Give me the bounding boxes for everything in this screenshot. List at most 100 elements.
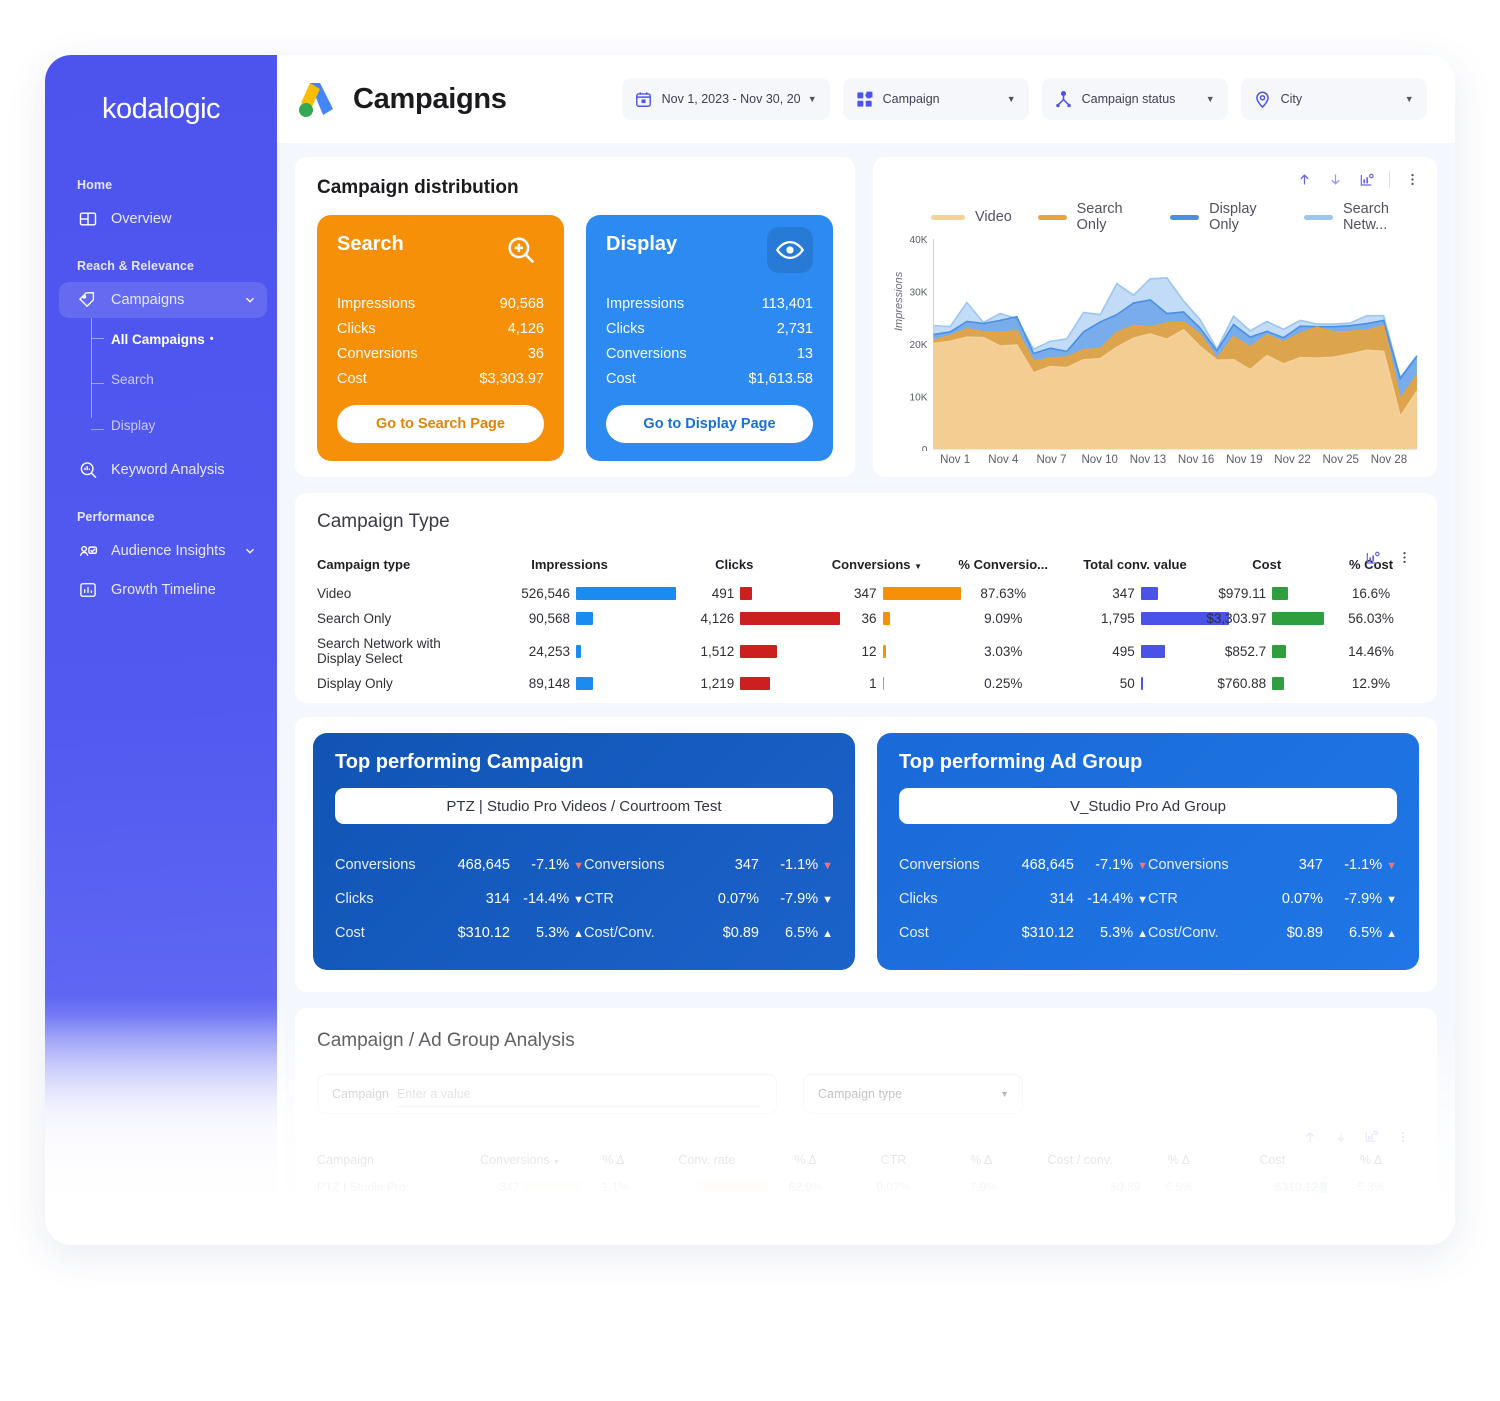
metric-row: Conversions 347 -1.1% ▼ [1148,848,1397,882]
metric-row: Clicks 2,731 [606,316,813,341]
campaign-search-input[interactable]: Campaign Enter a value [317,1074,777,1114]
cell-campaign-type: Video [317,586,352,601]
cell-value: 347 [1112,586,1135,601]
table-row[interactable]: PTZ | Studio Pro 347 -1.1% 62.9% 0.07% -7.9% $… [317,1175,1415,1199]
metric-value: 0.07% [1281,891,1323,907]
col-cost-conv[interactable]: Cost / conv. [1020,1153,1141,1175]
metric-label: Conversions [584,857,665,873]
go-to-display-page-button[interactable]: Go to Display Page [606,405,813,443]
analysis-filters: Campaign Enter a value Campaign type ▼ [317,1074,1415,1114]
campaign-type-panel: Campaign Type Campaign type Impressions … [295,493,1437,703]
cell-bar [1269,644,1327,658]
metric-delta: 6.5% ▲ [1349,925,1397,941]
col-[interactable]: % Δ [581,1153,647,1175]
col-campaign-type[interactable]: Campaign type [317,557,482,581]
chart-toggle-icon[interactable] [1363,1128,1380,1145]
cell-campaign-type: Search Network with Display Select [317,636,441,666]
metric-label: Impressions [606,295,685,312]
metric-label: Conversions [899,857,980,873]
cell-cost-share: 14.46% [1348,643,1394,659]
col-clicks[interactable]: Clicks [657,557,811,581]
cell-value: 1,512 [700,643,735,659]
col-ctr[interactable]: CTR [844,1153,943,1175]
more-options-icon[interactable] [1396,549,1413,566]
main-area: Campaigns Nov 1, 2023 - Nov 30, 20 ▼ Cam… [277,55,1455,1245]
col-conversions[interactable]: Conversions ▼ [811,557,943,581]
legend-item-search-only[interactable]: Search Only [1037,201,1144,233]
col-[interactable]: % Δ [1140,1153,1217,1175]
col-conv-rate[interactable]: % Conversio... [943,557,1064,581]
sort-desc-icon[interactable] [1332,1128,1349,1145]
legend-item-search-network[interactable]: Search Netw... [1304,201,1423,233]
chevron-down-icon[interactable]: ▼ [808,94,817,104]
sidebar-item-campaigns[interactable]: Campaigns [59,282,267,318]
cell-value: 89,148 [528,676,571,691]
col-cost[interactable]: Cost [1217,1153,1327,1175]
metric-row: CTR 0.07% -7.9% ▼ [584,882,833,916]
chevron-down-icon[interactable]: ▼ [1007,94,1016,104]
col-[interactable]: % Δ [1327,1153,1415,1175]
sidebar-item-overview[interactable]: Overview [59,201,267,237]
col-cost[interactable]: Cost [1206,557,1327,581]
date-range-filter[interactable]: Nov 1, 2023 - Nov 30, 20 ▼ [621,78,830,120]
chart-toggle-icon[interactable] [1358,171,1375,188]
top-adgroup-name[interactable]: V_Studio Pro Ad Group [899,788,1397,824]
sidebar-subitem-all-campaigns[interactable]: All Campaigns • [45,322,277,356]
chart-y-axis-label: Impressions [893,271,905,331]
campaign-status-filter[interactable]: Campaign status ▼ [1041,78,1228,120]
sidebar-item-audience-insights[interactable]: Audience Insights [59,533,267,569]
metric-row: Clicks 314 -14.4% ▼ [335,882,584,916]
campaign-filter-value: Campaign [882,92,940,106]
x-tick: Nov 4 [988,454,1019,466]
chevron-down-icon[interactable] [243,544,257,558]
col-[interactable]: % Δ [767,1153,844,1175]
cell-cost-share: 12.9% [1351,676,1391,691]
chevron-down-icon[interactable] [243,293,257,307]
sidebar-subitem-display[interactable]: Display [45,402,277,448]
metric-delta: -7.9% ▼ [780,891,833,907]
go-to-search-page-button[interactable]: Go to Search Page [337,405,544,443]
magnifier-plus-icon [498,227,544,273]
campaign-distribution-title: Campaign distribution [317,177,519,198]
svg-text:0: 0 [922,445,928,451]
campaign-filter[interactable]: Campaign ▼ [842,78,1029,120]
table-row[interactable]: Display Only 89,148 1,219 1 0.25% 50 $760.88 12… [317,671,1415,696]
campaign-type-select[interactable]: Campaign type ▼ [803,1074,1023,1114]
col-[interactable]: % Δ [943,1153,1020,1175]
cell-conv-rate: 0.25% [984,676,1023,691]
chevron-down-icon[interactable]: ▼ [1206,94,1215,104]
cell-bar [1138,677,1207,690]
more-options-icon[interactable] [1404,171,1421,188]
table-row[interactable]: Search Only 90,568 4,126 36 9.09% 1,795 $3,303… [317,606,1415,631]
legend-item-display-only[interactable]: Display Only [1170,201,1278,233]
sidebar-item-growth-timeline[interactable]: Growth Timeline [59,572,267,608]
col-conversions[interactable]: Conversions ▼ [460,1153,581,1175]
col-conv-rate[interactable]: Conv. rate [646,1153,767,1175]
metric-label: Cost [335,925,365,941]
cell-conv-value: 50 [1064,671,1207,696]
chevron-down-icon[interactable]: ▼ [1000,1089,1009,1099]
sort-asc-icon[interactable] [1301,1128,1318,1145]
campaign-type-table: Campaign type Impressions Clicks Convers… [317,557,1415,696]
sort-caret-icon: ▼ [553,1159,561,1166]
top-performing-adgroup-card: Top performing Ad Group V_Studio Pro Ad … [877,733,1419,970]
col-campaign[interactable]: Campaign [317,1153,460,1175]
sort-asc-icon[interactable] [1296,171,1313,188]
chart-toggle-icon[interactable] [1364,549,1381,566]
col-impressions[interactable]: Impressions [482,557,658,581]
legend-label: Video [975,209,1012,225]
more-options-icon[interactable] [1394,1128,1411,1145]
table-row[interactable]: Search Network with Display Select 24,253… [317,631,1415,671]
table-row[interactable]: Video 526,546 491 347 87.63% 347 $979.11 16.6% [317,581,1415,606]
metric-delta: -1.1% ▼ [1344,857,1397,873]
city-filter[interactable]: City ▼ [1240,78,1427,120]
top-campaign-name[interactable]: PTZ | Studio Pro Videos / Courtroom Test [335,788,833,824]
sidebar-subitem-search[interactable]: Search [45,356,277,402]
campaign-input-label: Campaign [332,1087,389,1101]
chevron-down-icon[interactable]: ▼ [1405,94,1414,104]
sort-desc-icon[interactable] [1327,171,1344,188]
col-total-conv-value[interactable]: Total conv. value [1064,557,1207,581]
sidebar-item-keyword-analysis[interactable]: Keyword Analysis [59,452,267,488]
legend-item-video[interactable]: Video [931,209,1012,225]
metric-delta: 5.3% ▲ [536,925,584,941]
